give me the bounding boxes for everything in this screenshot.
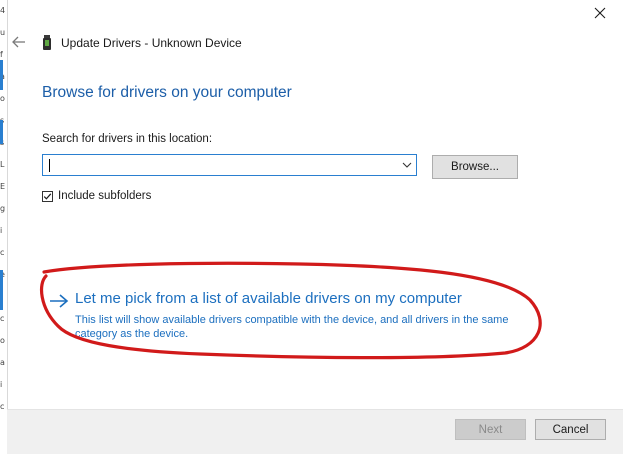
background-glyph: c xyxy=(0,248,5,257)
text-caret xyxy=(49,159,50,172)
back-arrow-icon xyxy=(12,36,25,48)
background-glyph: o xyxy=(0,336,5,345)
background-glyph: f xyxy=(0,50,3,59)
update-drivers-dialog: 4ufaossLEgicetcoaic Update Drivers - Unk… xyxy=(0,0,623,454)
cancel-button[interactable]: Cancel xyxy=(535,419,606,440)
search-location-label: Search for drivers in this location: xyxy=(42,133,213,145)
checkmark-icon xyxy=(43,192,52,200)
background-glyph: u xyxy=(0,28,6,37)
pick-from-list-option[interactable]: Let me pick from a list of available dri… xyxy=(48,289,528,344)
include-subfolders-checkbox[interactable] xyxy=(42,190,53,202)
background-glyph: i xyxy=(0,226,3,235)
background-glyph: c xyxy=(0,402,5,411)
browse-button[interactable]: Browse... xyxy=(432,155,518,179)
background-glyph: c xyxy=(0,314,5,323)
close-icon xyxy=(594,7,606,19)
arrow-right-icon xyxy=(50,294,69,308)
pick-from-list-title[interactable]: Let me pick from a list of available dri… xyxy=(75,290,462,307)
background-glyph: o xyxy=(0,94,5,103)
background-window-edge: 4ufaossLEgicetcoaic xyxy=(0,0,8,454)
chevron-down-icon xyxy=(402,162,412,168)
red-annotation-circle xyxy=(39,261,542,360)
device-icon xyxy=(43,35,51,50)
page-heading: Browse for drivers on your computer xyxy=(42,84,292,101)
background-link-bar xyxy=(0,60,3,90)
background-glyph: g xyxy=(0,204,6,213)
include-subfolders-row[interactable]: Include subfolders xyxy=(42,189,151,203)
background-glyph: 4 xyxy=(0,6,6,15)
close-button[interactable] xyxy=(589,2,611,24)
background-glyph: a xyxy=(0,358,5,367)
include-subfolders-label: Include subfolders xyxy=(58,190,152,202)
path-dropdown-button[interactable] xyxy=(400,158,414,172)
background-glyph: L xyxy=(0,160,5,169)
driver-path-input[interactable] xyxy=(47,157,387,173)
back-button[interactable] xyxy=(10,33,28,51)
background-link-bar xyxy=(0,270,3,310)
driver-path-combobox[interactable] xyxy=(42,154,417,176)
dialog-footer xyxy=(7,409,623,454)
background-glyph: i xyxy=(0,380,3,389)
next-button[interactable]: Next xyxy=(455,419,526,440)
window-title: Update Drivers - Unknown Device xyxy=(61,36,242,50)
pick-from-list-description: This list will show available drivers co… xyxy=(75,314,509,340)
background-glyph: E xyxy=(0,182,6,191)
background-link-bar xyxy=(0,120,3,144)
